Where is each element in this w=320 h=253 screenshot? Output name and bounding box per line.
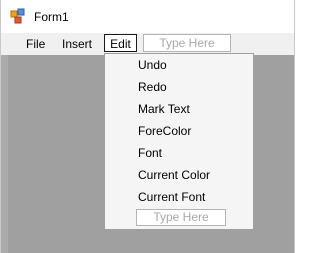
- dropdown-type-here-input[interactable]: Type Here: [136, 209, 226, 226]
- menu-insert[interactable]: Insert: [62, 36, 92, 52]
- menu-edit[interactable]: Edit: [104, 34, 137, 52]
- menu-bar: File Insert Edit Type Here: [1, 33, 294, 55]
- menu-item-forecolor[interactable]: ForeColor: [138, 122, 191, 140]
- form-window: Form1 File Insert Edit Type Here Undo Re…: [0, 0, 295, 253]
- menu-item-mark-text[interactable]: Mark Text: [138, 100, 190, 118]
- title-bar[interactable]: Form1: [1, 0, 294, 32]
- menu-file[interactable]: File: [26, 36, 45, 52]
- client-left-edge: [1, 55, 8, 253]
- menu-item-undo[interactable]: Undo: [138, 56, 167, 74]
- edit-dropdown-menu: Undo Redo Mark Text ForeColor Font Curre…: [104, 53, 254, 230]
- menubar-type-here-input[interactable]: Type Here: [143, 34, 231, 52]
- menu-item-current-font[interactable]: Current Font: [138, 188, 205, 206]
- window-title: Form1: [34, 10, 69, 24]
- menu-item-font[interactable]: Font: [138, 144, 162, 162]
- menu-item-redo[interactable]: Redo: [138, 78, 167, 96]
- form-app-icon: [10, 8, 25, 24]
- menu-item-current-color[interactable]: Current Color: [138, 166, 210, 184]
